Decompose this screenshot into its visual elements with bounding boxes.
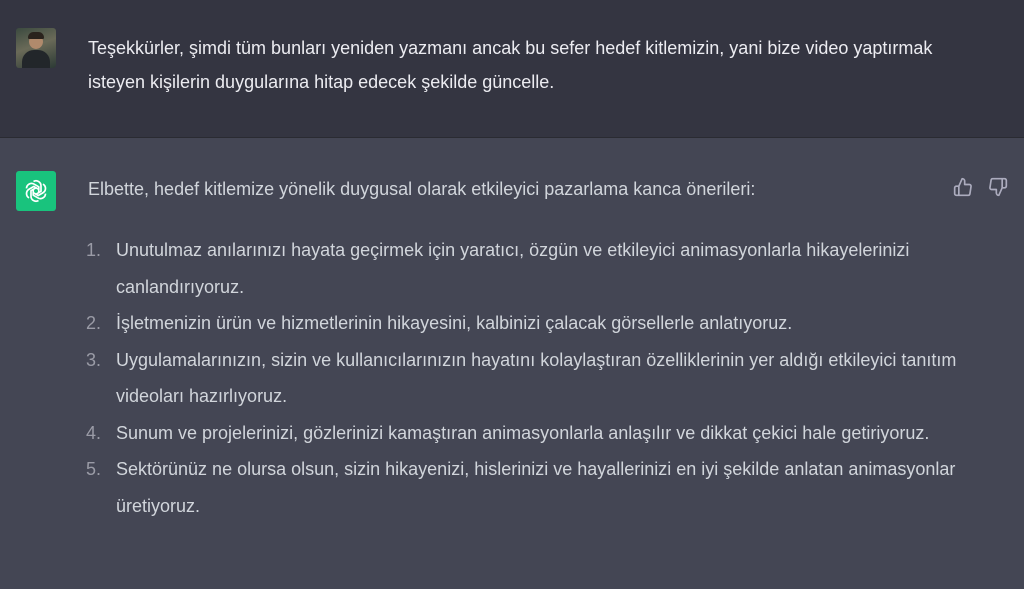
list-item: 4. Sunum ve projelerinizi, gözlerinizi k… <box>86 415 966 452</box>
list-item-text: Sektörünüz ne olursa olsun, sizin hikaye… <box>116 459 956 516</box>
list-item: 5. Sektörünüz ne olursa olsun, sizin hik… <box>86 451 966 524</box>
assistant-message: Elbette, hedef kitlemize yönelik duygusa… <box>0 138 1024 589</box>
openai-logo-icon <box>16 171 56 211</box>
list-item-number: 5. <box>86 459 102 479</box>
list-item-number: 4. <box>86 422 102 443</box>
answer-list: 1. Unutulmaz anılarınızı hayata geçirmek… <box>86 232 966 524</box>
list-item: 2. İşletmenizin ürün ve hizmetlerinin hi… <box>86 305 966 342</box>
assistant-intro-text: Elbette, hedef kitlemize yönelik duygusa… <box>88 179 756 199</box>
list-item-text: Uygulamalarınızın, sizin ve kullanıcılar… <box>116 349 957 407</box>
user-message: Teşekkürler, şimdi tüm bunları yeniden y… <box>0 0 1024 138</box>
list-item-number: 2. <box>86 313 102 333</box>
list-item-text: Unutulmaz anılarınızı hayata geçirmek iç… <box>116 240 910 297</box>
list-item-text: İşletmenizin ürün ve hizmetlerinin hikay… <box>116 313 793 333</box>
thumbs-up-icon[interactable] <box>952 176 974 198</box>
user-avatar <box>16 28 56 68</box>
list-item-text: Sunum ve projelerinizi, gözlerinizi kama… <box>116 422 930 443</box>
list-item: 3. Uygulamalarınızın, sizin ve kullanıcı… <box>86 342 966 415</box>
user-message-text: Teşekkürler, şimdi tüm bunları yeniden y… <box>88 38 933 92</box>
list-item-number: 3. <box>86 349 102 370</box>
thumbs-down-icon[interactable] <box>987 176 1009 198</box>
list-item: 1. Unutulmaz anılarınızı hayata geçirmek… <box>86 232 966 305</box>
list-item-number: 1. <box>86 240 102 260</box>
